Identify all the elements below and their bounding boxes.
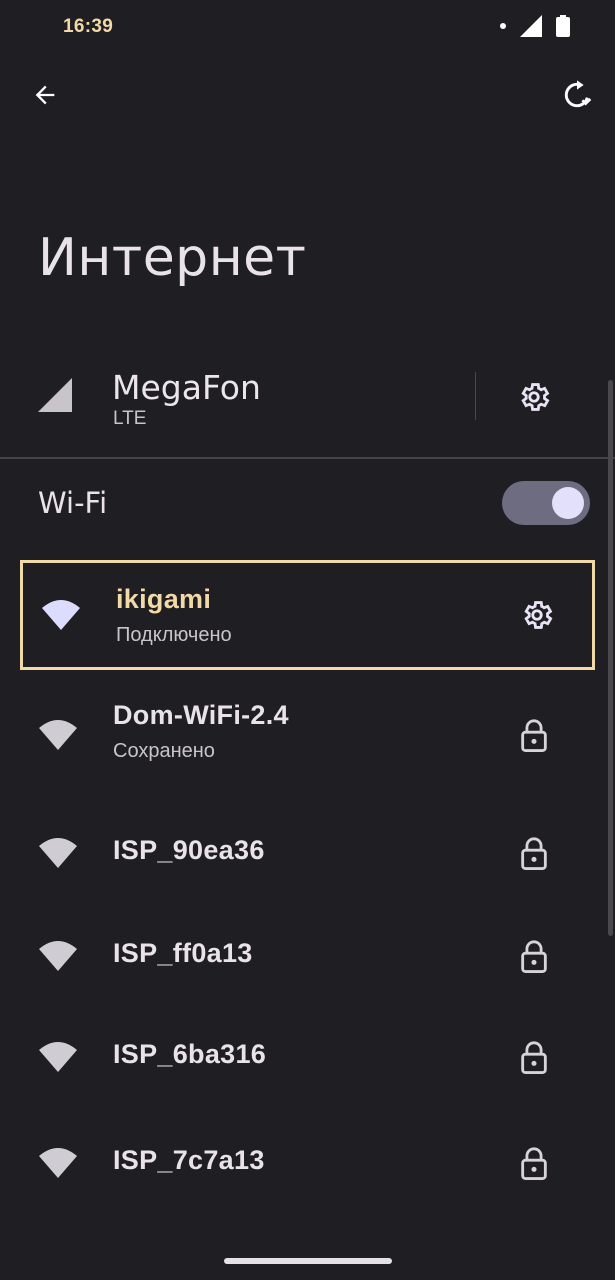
mobile-settings-button[interactable] xyxy=(513,376,555,418)
gear-icon xyxy=(521,383,550,411)
wifi-network-item[interactable]: ISP_7c7a13 xyxy=(20,1108,595,1218)
section-divider xyxy=(0,457,615,459)
wifi-signal-icon xyxy=(39,838,77,868)
lock-icon xyxy=(521,719,547,752)
network-name: ikigami xyxy=(116,584,212,614)
network-type: LTE xyxy=(113,408,147,429)
scrollbar[interactable] xyxy=(608,380,613,936)
network-name: ISP_ff0a13 xyxy=(113,938,253,968)
wifi-toggle[interactable] xyxy=(502,481,590,525)
network-lock xyxy=(513,935,555,977)
network-lock xyxy=(513,832,555,874)
home-indicator[interactable] xyxy=(224,1258,392,1264)
network-name: ISP_6ba316 xyxy=(113,1039,267,1069)
arrow-back-icon xyxy=(35,85,55,105)
wifi-full-icon xyxy=(42,600,80,630)
wifi-network-connected[interactable]: ikigami Подключено xyxy=(20,560,595,670)
status-icons xyxy=(500,14,570,38)
network-name: Dom-WiFi-2.4 xyxy=(113,700,289,730)
network-lock xyxy=(513,1142,555,1184)
notification-dot-icon xyxy=(500,23,506,29)
cell-signal-icon xyxy=(520,15,542,37)
network-status: Подключено xyxy=(116,624,232,646)
vertical-separator xyxy=(475,372,476,420)
network-settings-button[interactable] xyxy=(516,594,558,636)
wifi-network-item[interactable]: ISP_6ba316 xyxy=(20,1006,595,1108)
network-lock xyxy=(513,714,555,756)
wifi-signal-icon xyxy=(39,1148,77,1178)
wifi-signal-icon xyxy=(39,720,77,750)
wifi-signal-icon xyxy=(39,1042,77,1072)
lock-icon xyxy=(521,940,547,973)
gear-icon xyxy=(524,601,553,629)
lock-icon xyxy=(521,1041,547,1074)
wifi-network-item[interactable]: ISP_ff0a13 xyxy=(20,906,595,1006)
wifi-network-item[interactable]: Dom-WiFi-2.4 Сохранено xyxy=(20,680,595,790)
network-name: ISP_90ea36 xyxy=(113,835,265,865)
refresh-button[interactable] xyxy=(556,74,598,116)
network-name: ISP_7c7a13 xyxy=(113,1145,265,1175)
page-title: Интернет xyxy=(38,228,307,288)
battery-icon xyxy=(556,15,570,37)
back-button[interactable] xyxy=(24,74,66,116)
lock-icon xyxy=(521,1147,547,1180)
carrier-name: MegaFon xyxy=(112,368,261,407)
network-lock xyxy=(513,1036,555,1078)
network-status: Сохранено xyxy=(113,740,215,762)
wifi-label: Wi-Fi xyxy=(38,486,108,520)
network-refresh-icon xyxy=(564,80,592,108)
status-time: 16:39 xyxy=(63,16,114,37)
toggle-knob xyxy=(552,487,584,519)
wifi-network-item[interactable]: ISP_90ea36 xyxy=(20,800,595,906)
wifi-signal-icon xyxy=(39,941,77,971)
lock-icon xyxy=(521,837,547,870)
mobile-signal-icon xyxy=(38,378,72,412)
